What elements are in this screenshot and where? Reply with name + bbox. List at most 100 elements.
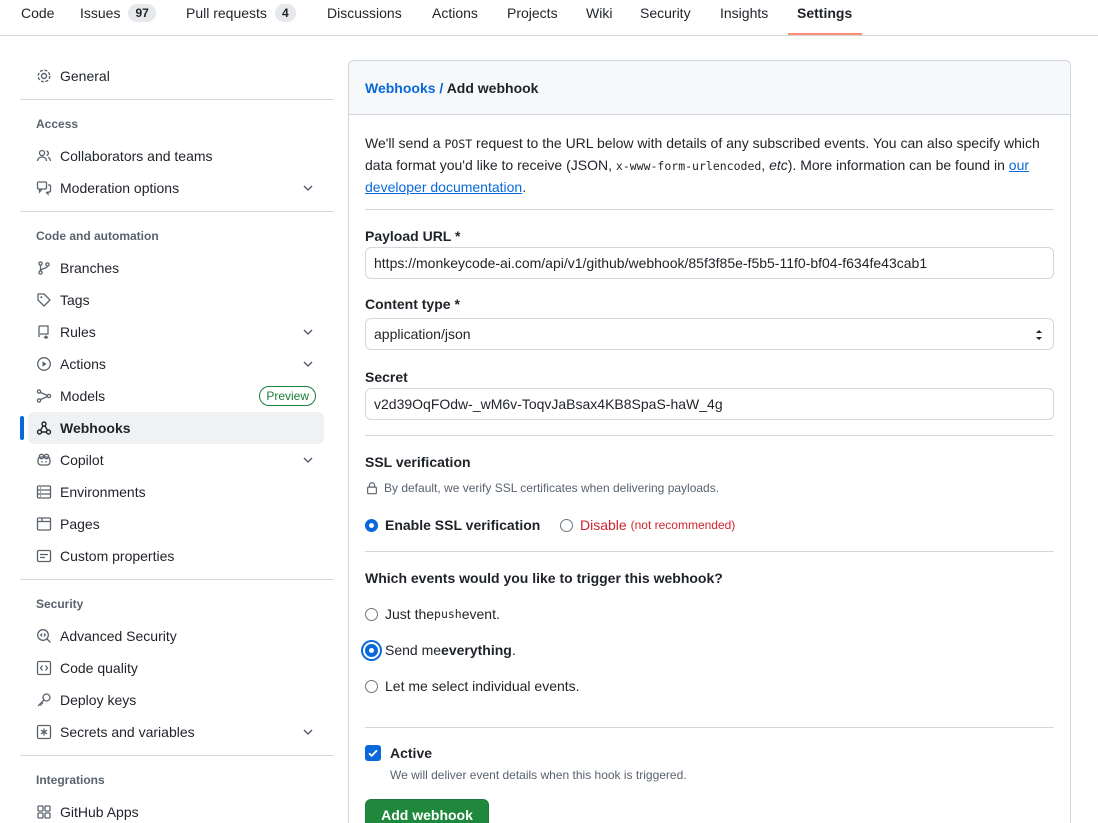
events-label: Which events would you like to trigger t… (365, 570, 723, 586)
sidebar-divider (20, 755, 334, 756)
section-divider (365, 209, 1054, 210)
tag-icon (36, 292, 52, 308)
event-push-radio[interactable] (365, 607, 378, 621)
sidebar-item-tags[interactable]: Tags (28, 284, 324, 316)
sidebar-item-webhooks[interactable]: Webhooks (28, 412, 324, 444)
tab-settings[interactable]: Settings (797, 4, 852, 22)
sidebar-item-code-quality[interactable]: Code quality (28, 652, 324, 684)
chevron-down-icon (303, 457, 313, 464)
sidebar-item-custom-properties[interactable]: Custom properties (28, 540, 324, 572)
tab-pull-requests[interactable]: Pull requests 4 (186, 4, 296, 22)
lock-icon (367, 482, 377, 495)
gear-icon (36, 68, 52, 84)
ssl-disable-option[interactable]: Disable (not recommended) (560, 517, 735, 533)
secret-label: Secret (365, 369, 408, 385)
tab-wiki[interactable]: Wiki (586, 4, 612, 22)
sidebar-item-general[interactable]: General (28, 60, 324, 92)
pull-requests-count-badge: 4 (274, 4, 296, 22)
tab-code[interactable]: Code (21, 4, 54, 22)
apps-icon (36, 804, 52, 820)
tab-discussions[interactable]: Discussions (327, 4, 402, 22)
select-arrows-icon (1036, 330, 1042, 340)
event-push-option[interactable]: Just the push event. (365, 606, 500, 622)
issues-count-badge: 97 (128, 4, 156, 22)
active-item-indicator (20, 416, 24, 440)
repo-nav: Code Issues 97 Pull requests 4 Discussions… (0, 0, 1098, 36)
tab-issues[interactable]: Issues 97 (80, 4, 156, 22)
section-divider (365, 727, 1054, 728)
chevron-down-icon (303, 361, 313, 368)
ssl-disable-radio[interactable] (560, 518, 573, 532)
asterisk-square-icon (36, 724, 52, 740)
event-everything-radio[interactable] (365, 643, 378, 657)
settings-sidebar: General Access Collaborators and teams M… (0, 36, 340, 823)
ai-model-icon (36, 388, 52, 404)
check-icon (368, 749, 378, 758)
codescan-icon (36, 628, 52, 644)
git-branch-icon (36, 260, 52, 276)
sidebar-item-secrets[interactable]: Secrets and variables (28, 716, 324, 748)
active-note: We will deliver event details when this … (390, 768, 687, 782)
note-icon (36, 548, 52, 564)
tab-security[interactable]: Security (640, 4, 691, 22)
sidebar-item-models[interactable]: Models Preview (28, 380, 324, 412)
tab-projects[interactable]: Projects (507, 4, 558, 22)
add-webhook-button[interactable]: Add webhook (365, 799, 489, 823)
chevron-down-icon (303, 185, 313, 192)
sidebar-item-advanced-security[interactable]: Advanced Security (28, 620, 324, 652)
secret-input[interactable]: v2d39OqFOdw-_wM6v-ToqvJaBsax4KB8SpaS-haW… (365, 388, 1054, 420)
ssl-enable-option[interactable]: Enable SSL verification (365, 517, 540, 533)
event-select-radio[interactable] (365, 679, 378, 693)
intro-text: We'll send a POST request to the URL bel… (365, 135, 1040, 195)
section-divider (365, 551, 1054, 552)
sidebar-item-pages[interactable]: Pages (28, 508, 324, 540)
event-everything-option[interactable]: Send me everything. (365, 642, 516, 658)
sidebar-divider (20, 579, 334, 580)
sidebar-item-deploy-keys[interactable]: Deploy keys (28, 684, 324, 716)
play-icon (36, 356, 52, 372)
ssl-note: By default, we verify SSL certificates w… (365, 481, 719, 495)
active-checkbox[interactable] (365, 745, 381, 761)
chevron-down-icon (303, 329, 313, 336)
event-select-option[interactable]: Let me select individual events. (365, 678, 580, 694)
preview-badge: Preview (259, 386, 316, 406)
sidebar-item-moderation[interactable]: Moderation options (28, 172, 324, 204)
sidebar-item-rules[interactable]: Rules (28, 316, 324, 348)
sidebar-heading-integrations: Integrations (36, 773, 105, 787)
breadcrumb-webhooks-link[interactable]: Webhooks (365, 80, 436, 96)
content-type-label: Content type * (365, 296, 460, 312)
ssl-enable-radio[interactable] (365, 518, 378, 532)
chevron-down-icon (303, 729, 313, 736)
browser-icon (36, 516, 52, 532)
tab-insights[interactable]: Insights (720, 4, 768, 22)
active-label: Active (390, 745, 433, 761)
section-divider (365, 435, 1054, 436)
content-type-select[interactable]: application/json (365, 318, 1054, 350)
server-icon (36, 484, 52, 500)
payload-url-label: Payload URL * (365, 228, 461, 244)
sidebar-heading-security: Security (36, 597, 84, 611)
panel-header: Webhooks / Add webhook (349, 61, 1070, 115)
payload-url-input[interactable]: https://monkeycode-ai.com/api/v1/github/… (365, 247, 1054, 279)
sidebar-item-branches[interactable]: Branches (28, 252, 324, 284)
webhook-icon (36, 420, 52, 436)
code-square-icon (36, 660, 52, 676)
sidebar-item-copilot[interactable]: Copilot (28, 444, 324, 476)
repo-push-icon (36, 324, 52, 340)
sidebar-item-environments[interactable]: Environments (28, 476, 324, 508)
ssl-verification-label: SSL verification (365, 454, 471, 470)
sidebar-divider (20, 211, 334, 212)
sidebar-heading-access: Access (36, 117, 79, 131)
add-webhook-panel: Webhooks / Add webhook We'll send a POST… (348, 60, 1071, 823)
tab-actions[interactable]: Actions (432, 4, 478, 22)
key-icon (36, 692, 52, 708)
copilot-icon (36, 452, 52, 468)
comment-discussion-icon (36, 180, 52, 196)
sidebar-item-actions[interactable]: Actions (28, 348, 324, 380)
people-icon (36, 148, 52, 164)
active-tab-underline (788, 33, 862, 35)
sidebar-divider (20, 99, 334, 100)
sidebar-item-github-apps[interactable]: GitHub Apps (28, 796, 324, 823)
breadcrumb: Webhooks / Add webhook (365, 80, 539, 96)
sidebar-item-collaborators[interactable]: Collaborators and teams (28, 140, 324, 172)
